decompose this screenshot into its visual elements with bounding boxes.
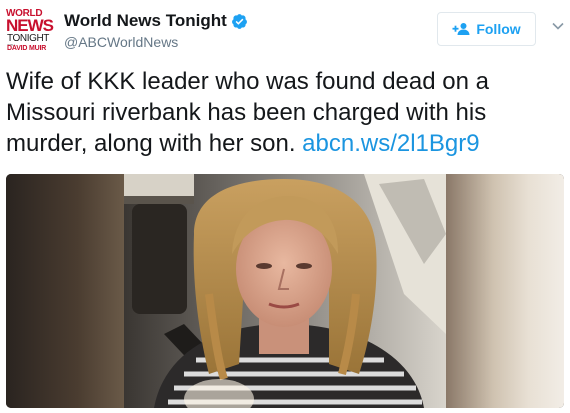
media-blur-right <box>446 174 564 408</box>
display-name[interactable]: World News Tonight <box>64 11 227 31</box>
account-name-row: World News Tonight <box>64 11 248 31</box>
follow-label: Follow <box>476 21 521 37</box>
tweet-text: Wife of KKK leader who was found dead on… <box>6 66 564 159</box>
avatar-logo-line: DAVID MUIR <box>7 45 47 52</box>
verified-badge-icon <box>231 13 247 29</box>
tweet-link[interactable]: abcn.ws/2l1Bgr9 <box>302 130 479 157</box>
tweet-photo[interactable] <box>124 174 446 408</box>
media-container[interactable] <box>6 174 564 408</box>
add-user-icon <box>452 23 470 35</box>
tweet-card: WORLD NEWS TONIGHT WITH DAVID MUIR World… <box>0 0 570 413</box>
follow-button[interactable]: Follow <box>437 12 536 46</box>
chevron-down-icon[interactable] <box>552 22 564 30</box>
avatar[interactable]: WORLD NEWS TONIGHT WITH DAVID MUIR <box>6 8 54 54</box>
account-handle[interactable]: @ABCWorldNews <box>64 34 178 50</box>
media-blur-left <box>6 174 124 408</box>
